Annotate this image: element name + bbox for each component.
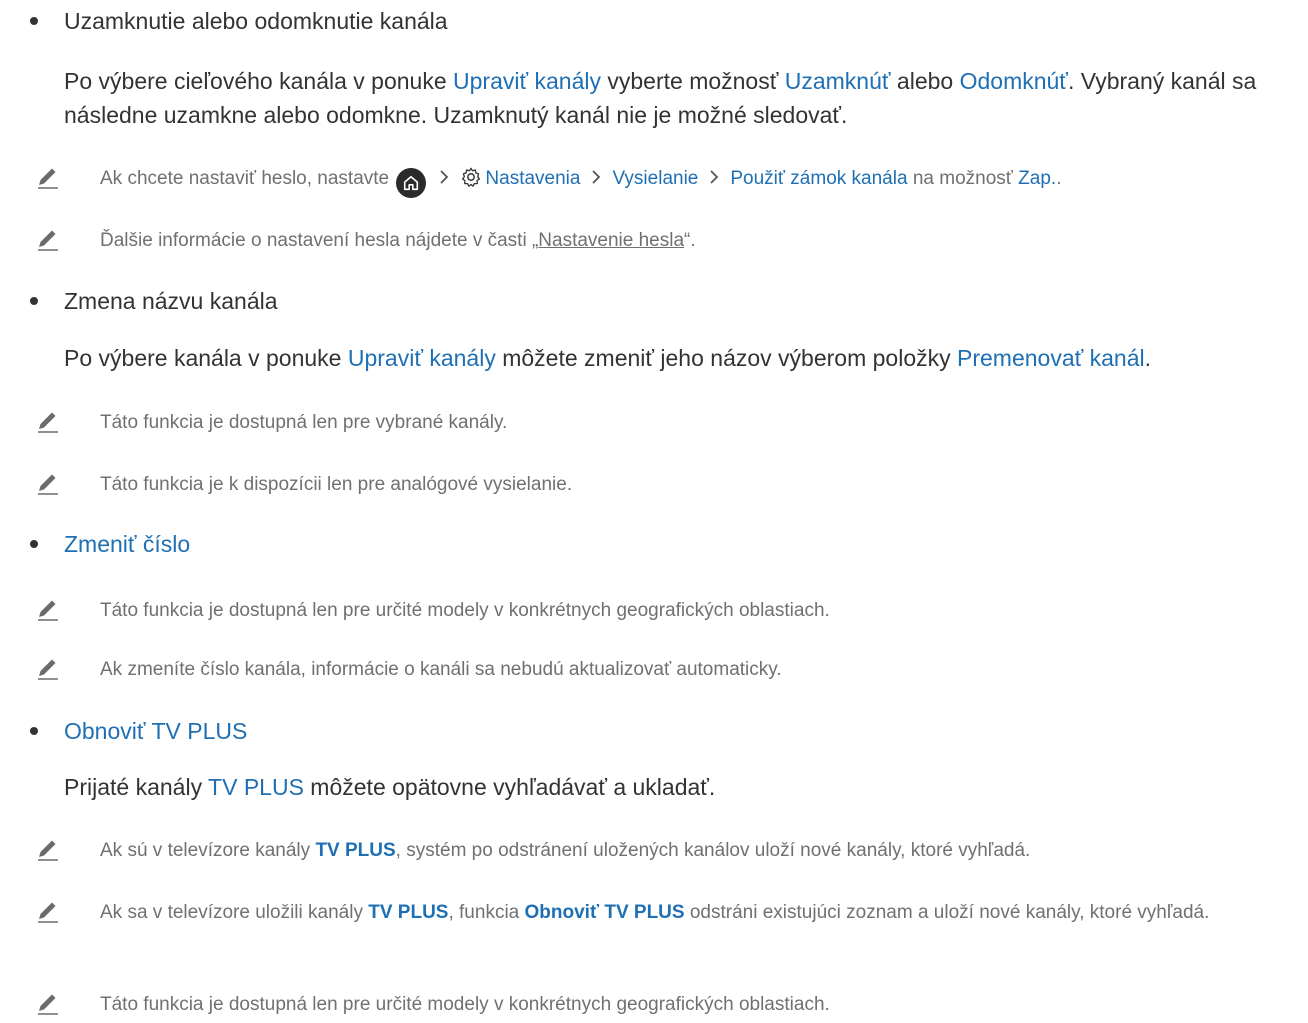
lock-paragraph: Po výbere cieľového kanála v ponuke Upra… — [64, 68, 1257, 128]
pencil-icon — [38, 659, 58, 680]
link-tvplus[interactable]: TV PLUS — [368, 902, 448, 923]
chevron-right-icon — [440, 170, 449, 184]
bullet-label: Uzamknutie alebo odomknutie kanála — [64, 8, 448, 34]
pencil-icon — [38, 600, 58, 621]
link-settings[interactable]: Nastavenia — [485, 168, 580, 189]
link-refresh-tvplus[interactable]: Obnoviť TV PLUS — [525, 902, 685, 923]
bullet-dot — [30, 727, 38, 735]
note-info-not-updated: Ak zmeníte číslo kanála, informácie o ka… — [36, 655, 1286, 685]
bullet-label: Zmena názvu kanála — [64, 288, 278, 314]
link-change-number[interactable]: Zmeniť číslo — [64, 529, 190, 559]
note-password-info: Ďalšie informácie o nastavení hesla nájd… — [36, 226, 1286, 256]
link-rename-channel[interactable]: Premenovať kanál — [957, 345, 1145, 371]
link-tvplus[interactable]: TV PLUS — [208, 774, 304, 800]
note-analog-only: Táto funkcia je k dispozícii len pre ana… — [36, 470, 1286, 500]
pencil-icon — [38, 412, 58, 433]
pencil-icon — [38, 230, 58, 251]
gear-icon — [462, 167, 481, 187]
bullet-dot — [30, 297, 38, 305]
bullet-change-number: Zmeniť číslo — [30, 529, 190, 559]
link-tvplus[interactable]: TV PLUS — [315, 840, 395, 861]
home-icon — [396, 168, 427, 198]
pencil-icon — [38, 840, 58, 861]
link-unlock[interactable]: Odomknúť — [960, 68, 1068, 94]
bullet-dot — [30, 17, 38, 25]
bullet-dot — [30, 540, 38, 548]
link-lock[interactable]: Uzamknúť — [785, 68, 891, 94]
pencil-icon — [38, 902, 58, 923]
link-edit-channels[interactable]: Upraviť kanály — [348, 345, 496, 371]
link-apply-channel-lock[interactable]: Použiť zámok kanála — [730, 168, 907, 189]
pencil-icon — [38, 994, 58, 1015]
manual-page: Uzamknutie alebo odomknutie kanála Po vý… — [0, 0, 1308, 1023]
rename-paragraph: Po výbere kanála v ponuke Upraviť kanály… — [64, 345, 1152, 371]
link-on[interactable]: Zap. — [1018, 168, 1056, 189]
note-selected-channels: Táto funkcia je dostupná len pre vybrané… — [36, 408, 1286, 438]
pencil-icon — [38, 168, 58, 189]
link-edit-channels[interactable]: Upraviť kanály — [453, 68, 601, 94]
bullet-rename-channel: Zmena názvu kanála — [30, 286, 278, 316]
note-tvplus-refresh: Ak sa v televízore uložili kanály TV PLU… — [36, 898, 1286, 928]
chevron-right-icon — [710, 170, 719, 184]
link-broadcast[interactable]: Vysielanie — [612, 168, 698, 189]
bullet-lock-unlock: Uzamknutie alebo odomknutie kanála — [30, 6, 448, 36]
link-refresh-tvplus[interactable]: Obnoviť TV PLUS — [64, 716, 247, 746]
note-tvplus-stored: Ak sú v televízore kanály TV PLUS, systé… — [36, 836, 1286, 866]
chevron-right-icon — [592, 170, 601, 184]
bullet-refresh-tvplus: Obnoviť TV PLUS — [30, 716, 247, 746]
note-set-password: Ak chcete nastaviť heslo, nastavte Nasta… — [36, 164, 1286, 198]
note-models-regions-2: Táto funkcia je dostupná len pre určité … — [36, 990, 1286, 1020]
note-models-regions: Táto funkcia je dostupná len pre určité … — [36, 596, 1286, 626]
pencil-icon — [38, 474, 58, 495]
tvplus-paragraph: Prijaté kanály TV PLUS môžete opätovne v… — [64, 774, 716, 800]
link-password-settings[interactable]: Nastavenie hesla — [538, 230, 684, 251]
